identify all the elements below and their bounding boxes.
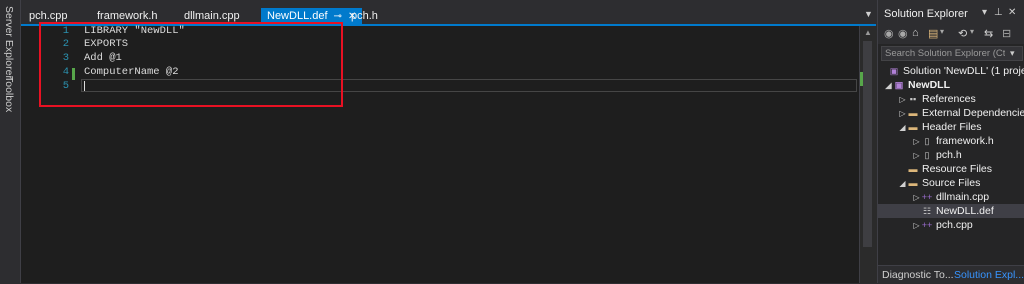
expand-arrow-icon[interactable]: ▷ — [912, 219, 921, 233]
folder-icon: ▬ — [908, 108, 918, 118]
tree-item-label: References — [922, 93, 976, 105]
panel-bottom-tabs: Diagnostic To... Solution Expl... — [878, 265, 1024, 284]
header-file-icon: ▯ — [924, 136, 930, 146]
folder-icon: ▬ — [908, 122, 918, 132]
tree-item-header-files[interactable]: ◢ ▬ Header Files — [898, 120, 982, 135]
collapse-all-icon[interactable]: ⊟ — [1002, 27, 1011, 40]
cpp-file-icon: ++ — [921, 192, 933, 202]
references-icon: ▪▪ — [909, 94, 917, 104]
annotation-highlight-box — [39, 22, 343, 107]
server-explorer-tab[interactable]: Server Explorer — [3, 6, 15, 79]
collapse-arrow-icon[interactable]: ◢ — [884, 79, 893, 93]
tree-item-references[interactable]: ▷ ▪▪ References — [898, 92, 976, 107]
tab-label: NewDLL.def — [267, 10, 328, 22]
tree-item-label: dllmain.cpp — [936, 191, 990, 203]
tree-item-label: NewDLL.def — [936, 205, 994, 217]
collapse-arrow-icon[interactable]: ◢ — [898, 121, 907, 135]
tree-item-source-files[interactable]: ◢ ▬ Source Files — [898, 176, 980, 190]
solution-explorer-search-input[interactable]: Search Solution Explorer (Ctrl+;) ▾ — [881, 46, 1023, 61]
tree-item-label: Solution 'NewDLL' (1 project) — [903, 65, 1024, 77]
def-file-icon: ☷ — [922, 206, 932, 216]
tree-item-label: pch.cpp — [936, 219, 973, 231]
sync-icon[interactable]: ⇆ — [984, 27, 993, 40]
filter-dropdown-icon[interactable]: ▾ — [970, 27, 974, 36]
tab-solution-explorer[interactable]: Solution Expl... — [954, 269, 1024, 281]
code-editor[interactable]: 1 2 3 4 5 LIBRARY "NewDLL" EXPORTS Add @… — [21, 22, 859, 283]
panel-title: Solution Explorer — [884, 8, 968, 20]
tab-label: pch.cpp — [29, 10, 68, 22]
tree-item-newdll-def[interactable]: ☷ NewDLL.def — [878, 204, 1024, 218]
collapse-arrow-icon[interactable]: ◢ — [898, 177, 907, 191]
tree-item-label: Resource Files — [922, 163, 993, 175]
search-options-dropdown-icon[interactable]: ▾ — [1010, 48, 1024, 59]
search-placeholder: Search Solution Explorer (Ctrl+;) — [885, 48, 1005, 59]
tree-item-project[interactable]: ◢ ▣ NewDLL — [884, 78, 950, 92]
tab-diagnostic-tools[interactable]: Diagnostic To... — [882, 269, 954, 281]
tree-item-label: External Dependencies — [922, 107, 1024, 119]
pin-icon[interactable]: ⊥ — [994, 7, 1003, 18]
home-icon[interactable]: ⌂ — [912, 27, 919, 39]
left-tool-strip: Server Explorer Toolbox — [0, 0, 21, 283]
tree-item-label: framework.h — [936, 135, 994, 147]
switch-views-icon[interactable]: ▤ — [928, 27, 938, 40]
solution-explorer-panel: Solution Explorer ▾ ⊥ ✕ ◉ ◉ ⌂ ▤ ▾ ⟲ ▾ ⇆ … — [877, 0, 1024, 284]
tree-item-pch-h[interactable]: ▷ ▯ pch.h — [912, 148, 962, 163]
scrollbar-change-marker — [860, 72, 863, 86]
toolbox-tab[interactable]: Toolbox — [3, 76, 15, 112]
tree-item-solution[interactable]: ▣ Solution 'NewDLL' (1 project) — [888, 64, 1024, 78]
expand-arrow-icon[interactable]: ▷ — [912, 191, 921, 205]
header-file-icon: ▯ — [924, 150, 930, 160]
expand-arrow-icon[interactable]: ▷ — [912, 149, 921, 163]
tree-item-resource-files[interactable]: ▬ Resource Files — [907, 162, 993, 176]
tree-item-label: pch.h — [936, 149, 962, 161]
editor-vertical-scrollbar[interactable]: ▲ — [859, 26, 877, 283]
tab-list-dropdown-icon[interactable]: ▼ — [864, 9, 873, 19]
window-position-dropdown-icon[interactable]: ▾ — [982, 7, 987, 18]
tree-item-dllmain-cpp[interactable]: ▷ ++ dllmain.cpp — [912, 190, 989, 204]
folder-icon: ▬ — [908, 164, 918, 174]
solution-icon: ▣ — [889, 66, 899, 76]
tree-item-label: Header Files — [922, 121, 982, 133]
project-icon: ▣ — [894, 80, 904, 90]
tab-label: pch.h — [351, 10, 378, 22]
scroll-up-arrow-icon[interactable]: ▲ — [864, 28, 872, 37]
tab-label: framework.h — [97, 10, 158, 22]
expand-arrow-icon[interactable]: ▷ — [898, 107, 907, 121]
tree-item-framework-h[interactable]: ▷ ▯ framework.h — [912, 134, 994, 149]
tree-item-pch-cpp[interactable]: ▷ ++ pch.cpp — [912, 218, 973, 233]
tab-label: dllmain.cpp — [184, 10, 240, 22]
tree-item-label: NewDLL — [908, 79, 950, 91]
scrollbar-thumb[interactable] — [863, 41, 872, 247]
back-icon[interactable]: ◉ — [884, 27, 894, 40]
solution-explorer-toolbar: ◉ ◉ ⌂ ▤ ▾ ⟲ ▾ ⇆ ⊟ — [878, 24, 1024, 44]
forward-icon[interactable]: ◉ — [898, 27, 908, 40]
cpp-file-icon: ++ — [921, 220, 933, 230]
tree-item-label: Source Files — [922, 177, 981, 189]
close-icon[interactable]: ✕ — [1008, 7, 1016, 18]
solution-explorer-titlebar: Solution Explorer ▾ ⊥ ✕ — [878, 0, 1024, 24]
expand-arrow-icon[interactable]: ▷ — [898, 93, 907, 107]
folder-icon: ▬ — [908, 178, 918, 188]
switch-views-dropdown-icon[interactable]: ▾ — [940, 27, 944, 36]
tree-item-external-dependencies[interactable]: ▷ ▬ External Dependencies — [898, 106, 1024, 120]
expand-arrow-icon[interactable]: ▷ — [912, 135, 921, 149]
pending-changes-filter-icon[interactable]: ⟲ — [958, 27, 967, 40]
tab-pch-h[interactable]: pch.h — [345, 8, 384, 24]
